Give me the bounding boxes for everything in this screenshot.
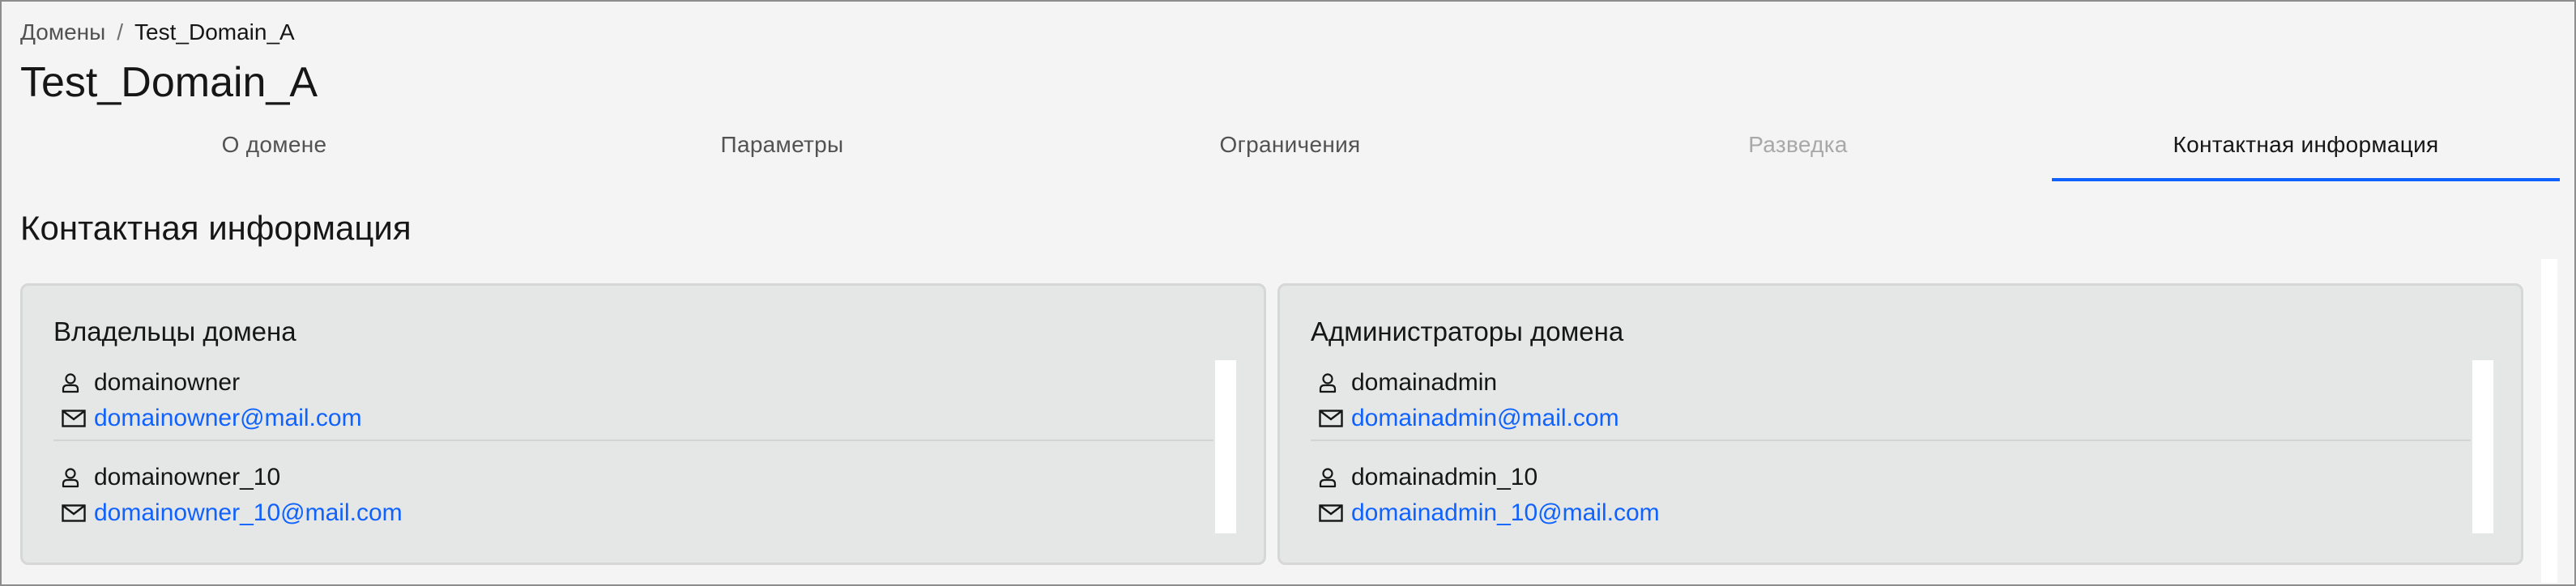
contact-name-row: domainowner_10 bbox=[55, 460, 1213, 495]
contact-email-link[interactable]: domainadmin@mail.com bbox=[1351, 405, 1619, 432]
admin-contact: domainadmin_10 domainadmin_10@mail.com bbox=[1312, 460, 2471, 531]
tab-contact-info[interactable]: Контактная информация bbox=[2052, 120, 2560, 181]
owner-contact: domainowner domainowner@mail.com bbox=[55, 365, 1213, 436]
contact-email-row: domainowner_10@mail.com bbox=[55, 495, 1213, 531]
page-scrollbar[interactable] bbox=[2541, 259, 2557, 583]
admins-scrollbar[interactable] bbox=[2472, 360, 2493, 533]
user-icon bbox=[1319, 464, 1351, 491]
page-title: Test_Domain_A bbox=[20, 59, 318, 106]
contact-name-row: domainadmin bbox=[1312, 365, 2471, 401]
user-icon bbox=[62, 369, 94, 397]
breadcrumb-current: Test_Domain_A bbox=[134, 19, 295, 45]
tab-bar: О домене Параметры Ограничения Разведка … bbox=[20, 120, 2560, 181]
contact-name: domainowner bbox=[94, 369, 241, 396]
email-icon bbox=[62, 499, 94, 527]
contact-email-link[interactable]: domainadmin_10@mail.com bbox=[1351, 499, 1660, 527]
owners-card-title: Владельцы домена bbox=[53, 316, 296, 346]
admins-card: Администраторы домена domainadmin domain… bbox=[1277, 283, 2523, 565]
contact-name-row: domainadmin_10 bbox=[1312, 460, 2471, 495]
contact-divider bbox=[53, 440, 1213, 441]
admins-card-title: Администраторы домена bbox=[1311, 316, 1624, 346]
contact-name: domainowner_10 bbox=[94, 464, 281, 490]
contact-name: domainadmin_10 bbox=[1351, 464, 1538, 490]
user-icon bbox=[1319, 369, 1351, 397]
owner-contact: domainowner_10 domainowner_10@mail.com bbox=[55, 460, 1213, 531]
admin-contact: domainadmin domainadmin@mail.com bbox=[1312, 365, 2471, 436]
tab-restrictions[interactable]: Ограничения bbox=[1036, 120, 1544, 181]
email-icon bbox=[62, 405, 94, 432]
email-icon bbox=[1319, 499, 1351, 527]
section-title: Контактная информация bbox=[20, 209, 412, 247]
contact-email-row: domainowner@mail.com bbox=[55, 401, 1213, 436]
owners-scrollbar[interactable] bbox=[1215, 360, 1236, 533]
breadcrumb: Домены / Test_Domain_A bbox=[20, 19, 295, 45]
contact-email-row: domainadmin_10@mail.com bbox=[1312, 495, 2471, 531]
tab-about-domain[interactable]: О домене bbox=[20, 120, 528, 181]
contact-divider bbox=[1311, 440, 2471, 441]
contact-name-row: domainowner bbox=[55, 365, 1213, 401]
contact-email-link[interactable]: domainowner@mail.com bbox=[94, 405, 362, 432]
user-icon bbox=[62, 464, 94, 491]
tab-parameters[interactable]: Параметры bbox=[528, 120, 1036, 181]
tab-reconnaissance: Разведка bbox=[1748, 132, 1848, 157]
contact-email-row: domainadmin@mail.com bbox=[1312, 401, 2471, 436]
contact-name: domainadmin bbox=[1351, 369, 1498, 396]
owners-card: Владельцы домена domainowner domainowner… bbox=[20, 283, 1266, 565]
breadcrumb-separator: / bbox=[117, 19, 124, 45]
breadcrumb-domains-link[interactable]: Домены bbox=[20, 19, 105, 45]
contact-email-link[interactable]: domainowner_10@mail.com bbox=[94, 499, 403, 527]
email-icon bbox=[1319, 405, 1351, 432]
